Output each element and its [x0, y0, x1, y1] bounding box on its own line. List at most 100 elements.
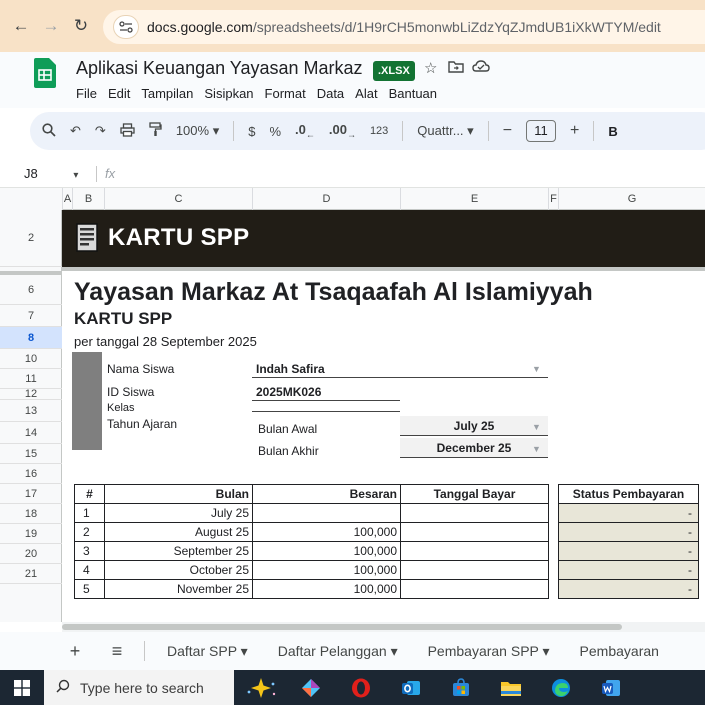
- cell-number[interactable]: 5: [74, 579, 105, 599]
- decrease-font-size-button[interactable]: −: [503, 122, 512, 140]
- menu-edit[interactable]: Edit: [108, 86, 130, 101]
- row-header[interactable]: 7: [0, 305, 62, 327]
- sheet-tab-pembayaran-spp[interactable]: Pembayaran SPP ▾: [420, 643, 558, 660]
- header-tanggal-bayar[interactable]: Tanggal Bayar: [400, 484, 549, 504]
- reload-icon[interactable]: ↻: [66, 11, 96, 41]
- menu-help[interactable]: Bantuan: [389, 86, 437, 101]
- column-header-e[interactable]: E: [400, 188, 548, 210]
- row-header[interactable]: 10: [0, 349, 62, 369]
- sheet-tab-daftar-pelanggan[interactable]: Daftar Pelanggan ▾: [270, 643, 406, 660]
- spreadsheet-grid[interactable]: KARTU SPP Yayasan Markaz At Tsaqaafah Al…: [62, 210, 705, 622]
- cell-besaran[interactable]: 100,000: [252, 560, 401, 580]
- arrow-left-icon[interactable]: ←: [6, 11, 36, 41]
- header-bulan[interactable]: Bulan: [104, 484, 253, 504]
- row-header[interactable]: 18: [0, 504, 62, 524]
- chevron-down-icon[interactable]: ▼: [532, 422, 541, 432]
- cell-tanggal-bayar[interactable]: [400, 503, 549, 523]
- format-percent-button[interactable]: %: [269, 124, 281, 139]
- bold-button[interactable]: B: [608, 124, 617, 139]
- value-nama-siswa[interactable]: Indah Safira: [256, 362, 325, 376]
- value-id-siswa[interactable]: 2025MK026: [256, 385, 321, 399]
- cell-bulan[interactable]: July 25: [104, 503, 253, 523]
- bulan-akhir-select[interactable]: December 25: [400, 438, 548, 458]
- menu-file[interactable]: File: [76, 86, 97, 101]
- row-header[interactable]: 12: [0, 389, 62, 400]
- number-format-button[interactable]: 123: [370, 125, 388, 137]
- cell-number[interactable]: 1: [74, 503, 105, 523]
- file-explorer-icon[interactable]: [492, 670, 530, 705]
- decrease-decimal-button[interactable]: .0←: [295, 122, 315, 140]
- menu-format[interactable]: Format: [265, 86, 306, 101]
- cell-status[interactable]: -: [558, 560, 699, 580]
- row-header[interactable]: 15: [0, 444, 62, 464]
- cell-tanggal-bayar[interactable]: [400, 522, 549, 542]
- menu-tools[interactable]: Alat: [355, 86, 377, 101]
- column-header-d[interactable]: D: [252, 188, 400, 210]
- all-sheets-button[interactable]: ≡: [100, 641, 134, 662]
- bulan-awal-select[interactable]: July 25: [400, 416, 548, 436]
- row-header[interactable]: 11: [0, 369, 62, 389]
- cell-tanggal-bayar[interactable]: [400, 560, 549, 580]
- row-header[interactable]: 21: [0, 564, 62, 584]
- cell-bulan[interactable]: October 25: [104, 560, 253, 580]
- undo-icon[interactable]: ↶: [70, 123, 81, 139]
- row-header[interactable]: 20: [0, 544, 62, 564]
- select-all-corner[interactable]: [0, 188, 62, 210]
- opera-browser-icon[interactable]: [342, 670, 380, 705]
- row-header[interactable]: 19: [0, 524, 62, 544]
- taskbar-search-box[interactable]: Type here to search: [44, 670, 234, 705]
- cell-besaran[interactable]: 100,000: [252, 579, 401, 599]
- row-header[interactable]: 16: [0, 464, 62, 484]
- cell-bulan[interactable]: September 25: [104, 541, 253, 561]
- windows-start-icon[interactable]: [0, 670, 44, 705]
- font-select[interactable]: Quattr... ▾: [417, 123, 473, 139]
- sheets-logo-icon[interactable]: [34, 58, 56, 88]
- cell-besaran[interactable]: 100,000: [252, 522, 401, 542]
- outlook-icon[interactable]: [392, 670, 430, 705]
- redo-icon[interactable]: ↷: [95, 123, 106, 139]
- column-header-a[interactable]: A: [62, 188, 72, 210]
- cell-number[interactable]: 3: [74, 541, 105, 561]
- edge-browser-icon[interactable]: [542, 670, 580, 705]
- row-header[interactable]: 2: [0, 210, 62, 267]
- cell-tanggal-bayar[interactable]: [400, 579, 549, 599]
- cell-bulan[interactable]: August 25: [104, 522, 253, 542]
- font-size-input[interactable]: 11: [526, 120, 557, 142]
- column-header-b[interactable]: B: [72, 188, 104, 210]
- row-header[interactable]: 13: [0, 400, 62, 422]
- cell-bulan[interactable]: November 25: [104, 579, 253, 599]
- cell-besaran[interactable]: [252, 503, 401, 523]
- cell-status[interactable]: -: [558, 503, 699, 523]
- header-status-pembayaran[interactable]: Status Pembayaran: [558, 484, 699, 504]
- microsoft-store-icon[interactable]: [442, 670, 480, 705]
- arrow-right-icon[interactable]: →: [36, 11, 66, 41]
- move-folder-icon[interactable]: [448, 59, 464, 77]
- row-header[interactable]: 14: [0, 422, 62, 444]
- cell-number[interactable]: 4: [74, 560, 105, 580]
- star-icon[interactable]: ☆: [424, 59, 437, 77]
- cell-status[interactable]: -: [558, 541, 699, 561]
- document-title[interactable]: Aplikasi Keuangan Yayasan Markaz: [76, 58, 363, 79]
- header-besaran[interactable]: Besaran: [252, 484, 401, 504]
- format-currency-button[interactable]: $: [248, 124, 255, 139]
- menu-data[interactable]: Data: [317, 86, 344, 101]
- sheet-tab-daftar-spp[interactable]: Daftar SPP ▾: [159, 643, 256, 660]
- scrollbar-thumb[interactable]: [62, 624, 622, 630]
- cell-status[interactable]: -: [558, 579, 699, 599]
- menu-view[interactable]: Tampilan: [141, 86, 193, 101]
- address-bar[interactable]: docs.google.com/spreadsheets/d/1H9rCH5mo…: [103, 10, 705, 44]
- increase-font-size-button[interactable]: +: [570, 122, 579, 140]
- increase-decimal-button[interactable]: .00→: [329, 122, 356, 140]
- chevron-down-icon[interactable]: ▼: [532, 444, 541, 454]
- column-header-c[interactable]: C: [104, 188, 252, 210]
- column-header-f[interactable]: F: [548, 188, 558, 210]
- sheet-tab-pembayaran[interactable]: Pembayaran: [572, 643, 667, 659]
- chevron-down-icon[interactable]: ▼: [532, 364, 541, 374]
- cell-number[interactable]: 2: [74, 522, 105, 542]
- add-sheet-button[interactable]: +: [58, 641, 92, 662]
- cloud-status-icon[interactable]: [472, 59, 490, 77]
- name-box[interactable]: J8 ▾: [0, 166, 90, 181]
- cell-besaran[interactable]: 100,000: [252, 541, 401, 561]
- sparkle-icon[interactable]: [242, 670, 280, 705]
- search-menus-icon[interactable]: [42, 122, 56, 140]
